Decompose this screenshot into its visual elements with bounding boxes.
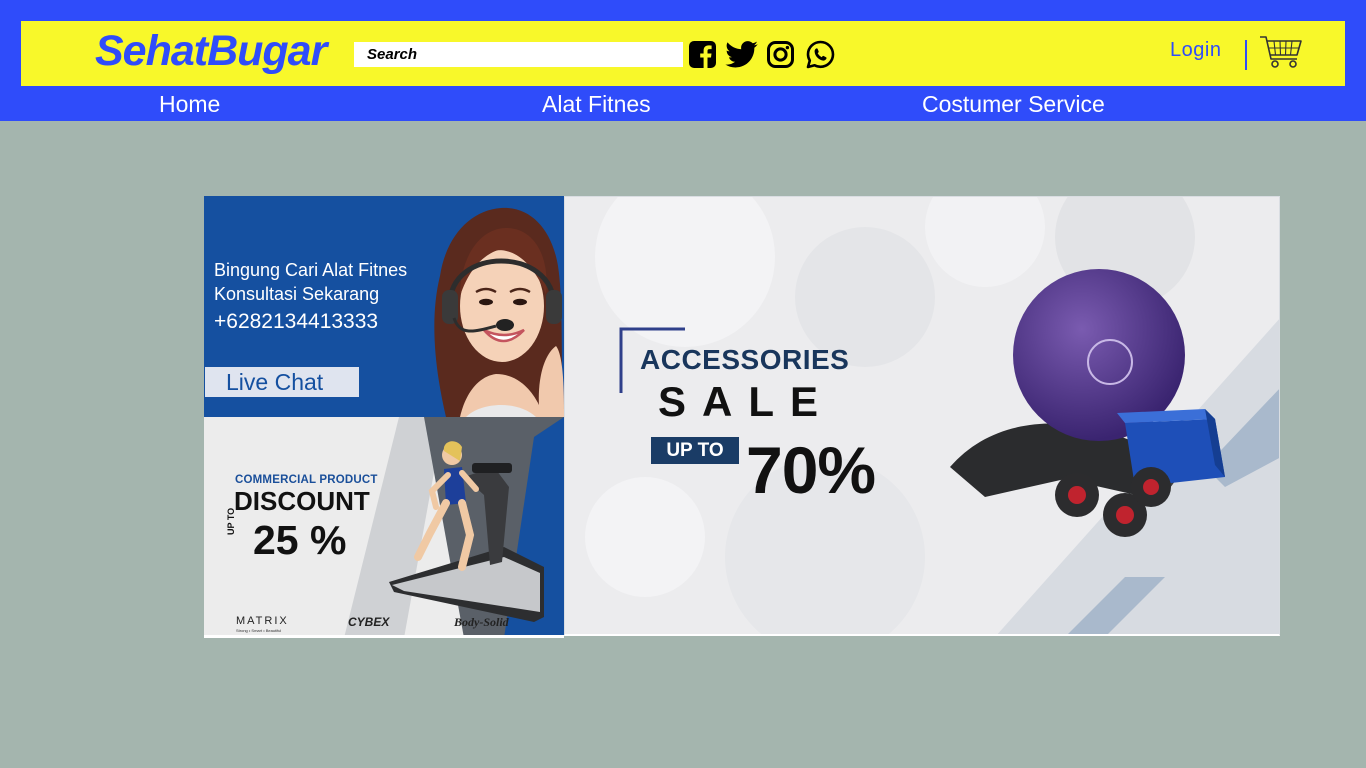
accessories-sale-banner[interactable]: ACCESSORIES SALE UP TO 70%: [564, 196, 1280, 636]
nav-item-costumer-service[interactable]: Costumer Service: [922, 91, 1105, 118]
twitter-icon[interactable]: [724, 39, 758, 69]
live-chat-button[interactable]: Live Chat: [205, 367, 359, 397]
site-logo[interactable]: SehatBugar: [95, 27, 327, 76]
commercial-discount-banner[interactable]: COMMERCIAL PRODUCT DISCOUNT UP TO 25 % M…: [204, 417, 564, 638]
facebook-icon[interactable]: [687, 39, 717, 69]
customer-service-banner[interactable]: Bingung Cari Alat Fitnes Konsultasi Seka…: [204, 196, 564, 417]
promo-tag: COMMERCIAL PRODUCT: [235, 474, 378, 486]
cs-line-1: Bingung Cari Alat Fitnes: [214, 260, 408, 280]
sale-label: SALE: [658, 378, 835, 425]
brand-matrix-tagline: Strong • Smart • Beautiful: [236, 628, 282, 633]
promo-headline: DISCOUNT: [234, 486, 370, 516]
cs-line-2: Konsultasi Sekarang: [214, 284, 380, 304]
sale-percent: 70%: [746, 433, 876, 507]
nav-item-home[interactable]: Home: [159, 91, 220, 118]
whatsapp-icon[interactable]: [805, 39, 835, 69]
promo-percent: 25 %: [253, 517, 347, 563]
instagram-icon[interactable]: [765, 39, 795, 69]
sale-headline: ACCESSORIES: [640, 344, 850, 375]
brand-logo-body-solid: Body-Solid: [454, 615, 509, 629]
nav-item-alat-fitnes[interactable]: Alat Fitnes: [542, 91, 651, 118]
sale-up-to-badge: UP TO: [651, 437, 739, 464]
support-agent-image: [434, 207, 564, 417]
cs-phone-number: +6282134413333: [214, 310, 379, 333]
header: SehatBugar Login: [21, 21, 1345, 86]
shopping-cart-icon[interactable]: [1259, 34, 1303, 70]
brand-logo-cybex: CYBEX: [348, 615, 390, 629]
search-input[interactable]: [354, 42, 683, 67]
brand-logo-matrix: MATRIX: [236, 615, 289, 627]
header-divider: [1245, 40, 1247, 70]
login-link[interactable]: Login: [1170, 39, 1221, 62]
promo-up-to: UP TO: [226, 507, 236, 535]
